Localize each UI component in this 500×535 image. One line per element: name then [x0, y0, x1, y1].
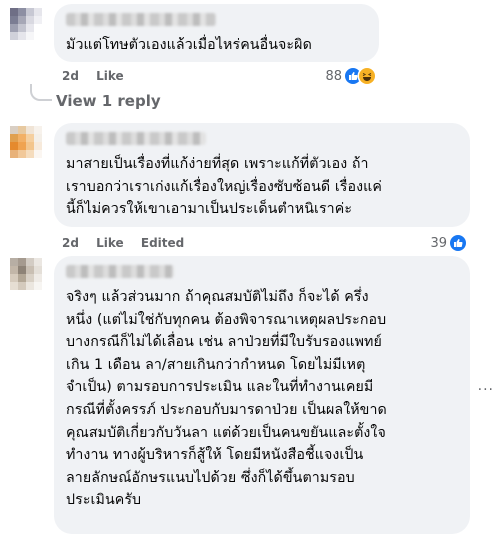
comment-actions: 2d Like Edited	[62, 236, 197, 250]
reaction-count: 39	[430, 235, 447, 251]
haha-icon	[359, 68, 375, 84]
comment-actions: 2d Like	[62, 69, 137, 83]
avatar[interactable]	[10, 258, 42, 290]
like-button[interactable]: Like	[96, 69, 124, 83]
comment-bubble: จริงๆ แล้วส่วนมาก ถ้าคุณสมบัติไม่ถึง ก็จ…	[54, 256, 470, 534]
timestamp[interactable]: 2d	[62, 69, 79, 83]
author-name-blurred[interactable]	[66, 13, 216, 26]
comment-bubble: มัวแต่โทษตัวเองแล้วเมื่อไหร่คนอื่นจะผิด	[54, 4, 379, 62]
author-name-blurred[interactable]	[66, 265, 174, 278]
comment-bubble: มาสายเป็นเรื่องที่แก้ง่ายที่สุด เพราะแก้…	[54, 123, 470, 227]
reaction-summary[interactable]: 39	[430, 235, 466, 251]
like-button[interactable]: Like	[96, 236, 124, 250]
reaction-count: 88	[325, 68, 342, 84]
edited-label[interactable]: Edited	[141, 236, 184, 250]
author-name-blurred[interactable]	[66, 132, 206, 145]
reply-connector	[30, 84, 52, 101]
view-replies-link[interactable]: View 1 reply	[56, 92, 161, 110]
comment-text: มัวแต่โทษตัวเองแล้วเมื่อไหร่คนอื่นจะผิด	[66, 37, 312, 53]
avatar[interactable]	[10, 126, 42, 158]
comment-text: มาสายเป็นเรื่องที่แก้ง่ายที่สุด เพราะแก้…	[66, 156, 382, 218]
comment-text: จริงๆ แล้วส่วนมาก ถ้าคุณสมบัติไม่ถึง ก็จ…	[66, 289, 387, 509]
avatar[interactable]	[10, 8, 42, 40]
more-options-button[interactable]: ···	[478, 382, 494, 398]
timestamp[interactable]: 2d	[62, 236, 79, 250]
reaction-summary[interactable]: 88	[325, 68, 375, 84]
like-icon	[450, 235, 466, 251]
